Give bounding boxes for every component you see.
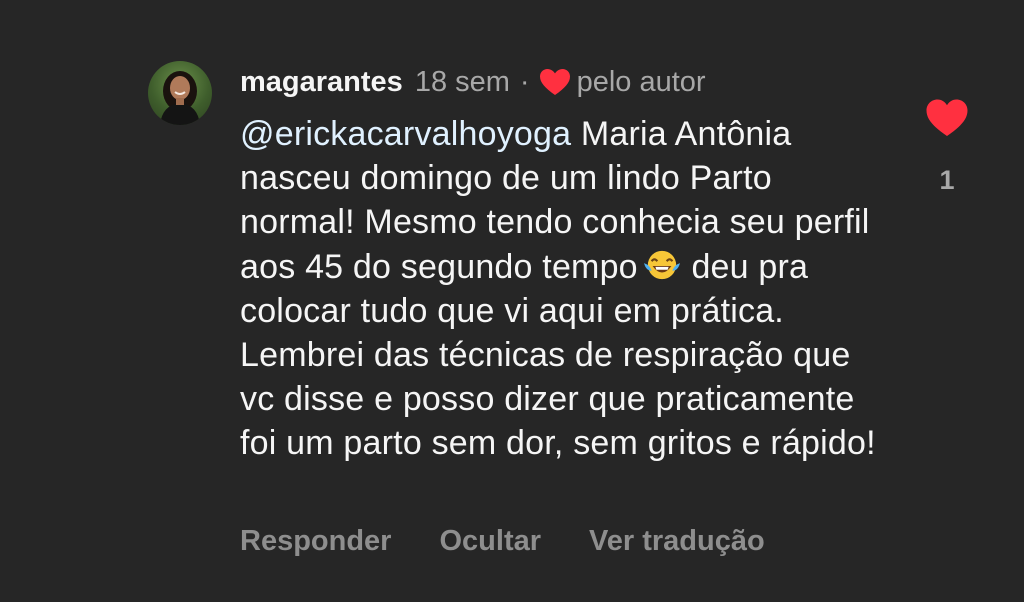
comment-text: @erickacarvalhoyoga Maria Antônia nasceu…: [240, 112, 880, 466]
face-with-tears-of-joy-icon: [643, 250, 680, 279]
comment-actions: Responder Ocultar Ver tradução: [240, 525, 813, 558]
avatar-image: [160, 71, 200, 125]
see-translation-button[interactable]: Ver tradução: [589, 525, 765, 558]
username[interactable]: magarantes: [240, 66, 403, 99]
comment: magarantes 18 sem · pelo autor @erickaca…: [0, 0, 1024, 602]
liked-by-author-label: pelo autor: [576, 65, 706, 98]
like-heart-icon[interactable]: [925, 98, 969, 138]
mention-link[interactable]: @erickacarvalhoyoga: [240, 115, 571, 153]
separator-dot: ·: [519, 65, 530, 98]
timestamp: 18 sem: [414, 65, 510, 98]
heart-icon: [539, 69, 570, 95]
hide-button[interactable]: Ocultar: [439, 525, 541, 558]
comment-header: magarantes 18 sem · pelo autor: [240, 62, 706, 102]
like-count: 1: [939, 165, 955, 195]
reply-button[interactable]: Responder: [240, 525, 391, 558]
avatar[interactable]: [148, 61, 212, 125]
